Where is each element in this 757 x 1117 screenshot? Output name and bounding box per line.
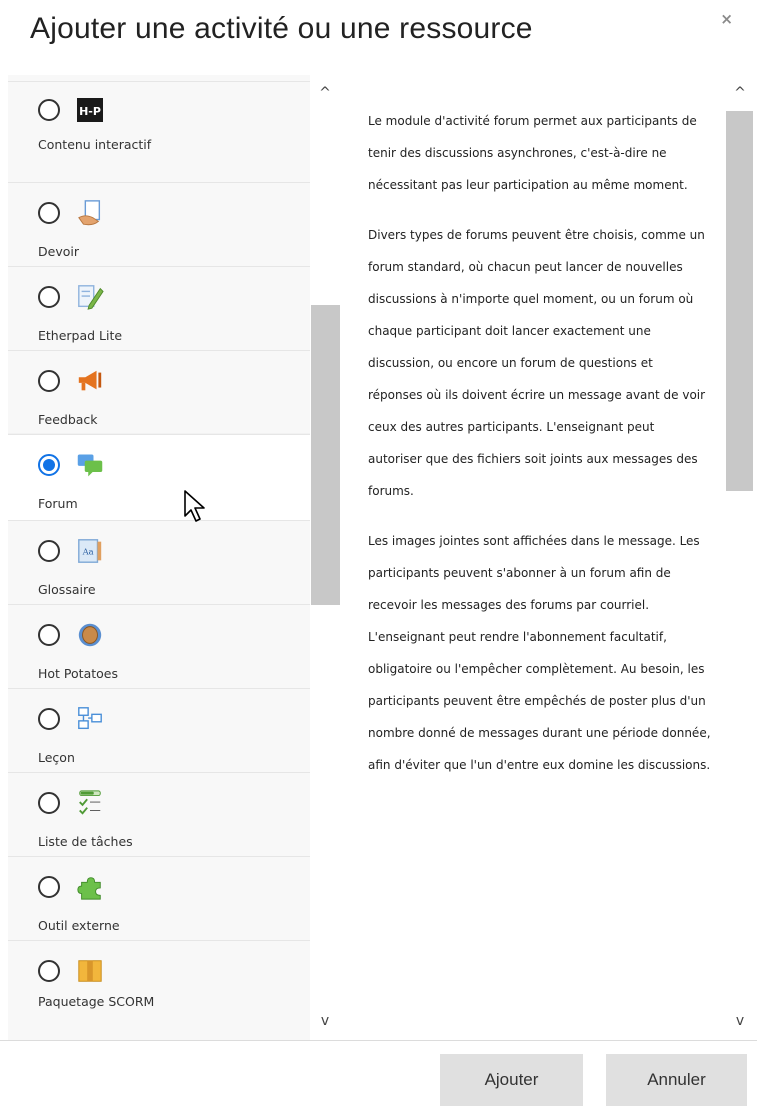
option-outil-externe[interactable]: Outil externe <box>8 856 310 940</box>
option-feedback[interactable]: Feedback <box>8 350 310 434</box>
mouse-pointer-icon <box>183 489 209 529</box>
hot-potatoes-icon <box>76 621 104 649</box>
option-label: Forum <box>38 496 78 511</box>
option-paquetage-scorm[interactable]: Paquetage SCORM <box>8 940 310 1040</box>
lesson-icon <box>76 705 104 733</box>
description-paragraph: Le module d'activité forum permet aux pa… <box>368 114 697 192</box>
assignment-icon <box>76 199 104 227</box>
option-liste-de-taches[interactable]: Liste de tâches <box>8 772 310 856</box>
radio-button[interactable] <box>38 708 60 730</box>
svg-text:H-P: H-P <box>79 105 101 118</box>
option-label: Glossaire <box>38 582 96 597</box>
dialog-header: Ajouter une activité ou une ressource × <box>0 0 757 75</box>
radio-button[interactable] <box>38 99 60 121</box>
option-hot-potatoes[interactable]: Hot Potatoes <box>8 604 310 688</box>
radio-button[interactable] <box>38 792 60 814</box>
checklist-icon <box>76 789 104 817</box>
option-label: Hot Potatoes <box>38 666 118 681</box>
h5p-icon: H-P <box>76 96 104 124</box>
activity-description: Le module d'activité forum permet aux pa… <box>343 75 725 1040</box>
etherpad-icon <box>76 283 104 311</box>
option-label: Leçon <box>38 750 75 765</box>
radio-button-checked[interactable] <box>38 454 60 476</box>
options-scrollbar[interactable]: ^ v <box>310 75 340 1040</box>
option-lecon[interactable]: Leçon <box>8 688 310 772</box>
scroll-down-arrow[interactable]: v <box>316 1013 334 1029</box>
radio-button[interactable] <box>38 876 60 898</box>
add-activity-dialog: Ajouter une activité ou une ressource × … <box>0 0 757 1117</box>
radio-button[interactable] <box>38 370 60 392</box>
radio-button[interactable] <box>38 540 60 562</box>
option-label: Devoir <box>38 244 79 259</box>
option-label: Contenu interactif <box>38 137 152 152</box>
add-button[interactable]: Ajouter <box>440 1054 583 1106</box>
puzzle-icon <box>76 873 104 901</box>
scroll-thumb[interactable] <box>726 111 753 491</box>
description-scrollbar[interactable]: ^ v <box>725 75 753 1040</box>
option-label: Paquetage SCORM <box>38 994 155 1009</box>
option-etherpad-lite[interactable]: Etherpad Lite <box>8 266 310 350</box>
glossary-icon: Aa <box>76 537 104 565</box>
description-paragraph: Divers types de forums peuvent être choi… <box>368 228 706 498</box>
option-label: Etherpad Lite <box>38 328 123 343</box>
radio-button[interactable] <box>38 960 60 982</box>
cancel-button[interactable]: Annuler <box>606 1054 747 1106</box>
megaphone-icon <box>76 367 104 395</box>
scorm-package-icon <box>76 957 104 985</box>
option-devoir[interactable]: Devoir <box>8 182 310 266</box>
radio-button[interactable] <box>38 202 60 224</box>
dialog-footer: Ajouter Annuler <box>0 1040 757 1117</box>
option-glossaire[interactable]: Aa Glossaire <box>8 520 310 604</box>
option-label: Outil externe <box>38 918 120 933</box>
scroll-up-arrow[interactable]: ^ <box>316 85 334 101</box>
scroll-down-arrow[interactable]: v <box>731 1013 749 1029</box>
close-icon[interactable]: × <box>720 10 733 28</box>
description-paragraph: Les images jointes sont affichées dans l… <box>368 534 711 772</box>
option-contenu-interactif[interactable]: H-P Contenu interactif <box>8 81 310 182</box>
forum-icon <box>76 451 104 479</box>
radio-button[interactable] <box>38 286 60 308</box>
dialog-title: Ajouter une activité ou une ressource <box>30 12 533 45</box>
scroll-thumb[interactable] <box>311 305 340 605</box>
option-label: Liste de tâches <box>38 834 133 849</box>
radio-button[interactable] <box>38 624 60 646</box>
svg-text:Aa: Aa <box>82 547 94 557</box>
dialog-body: H-P Contenu interactif Devoir Etherpad L… <box>8 75 753 1040</box>
activity-options-list[interactable]: H-P Contenu interactif Devoir Etherpad L… <box>8 75 310 1040</box>
option-forum[interactable]: Forum <box>8 434 310 520</box>
option-label: Feedback <box>38 412 98 427</box>
scroll-up-arrow[interactable]: ^ <box>731 85 749 101</box>
